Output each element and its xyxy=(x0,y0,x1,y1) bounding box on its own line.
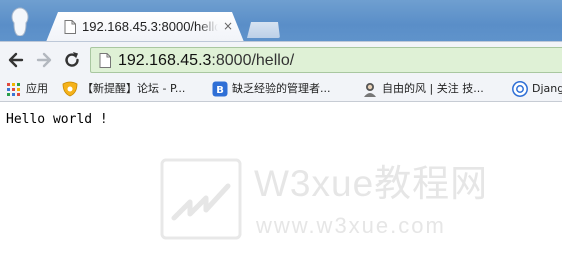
forward-arrow-icon[interactable] xyxy=(34,50,54,70)
baidu-icon: B xyxy=(212,81,228,97)
django-icon xyxy=(512,81,528,97)
bookmark-django[interactable]: Djang xyxy=(512,80,562,98)
bookmark-forum[interactable]: 【新提醒】论坛 - P... xyxy=(62,80,202,98)
bookmark-label: 自由的风 | 关注 技... xyxy=(382,82,484,95)
bookmark-label: Djang xyxy=(532,82,562,95)
profile-icon[interactable] xyxy=(8,6,32,36)
bookmark-freewind[interactable]: 自由的风 | 关注 技... xyxy=(362,80,502,98)
apps-grid-icon xyxy=(7,83,20,96)
watermark-url: www.w3xue.com xyxy=(256,213,446,238)
toolbar: 192.168.45.3:8000/hello/ xyxy=(0,41,562,77)
url-text[interactable]: 192.168.45.3:8000/hello/ xyxy=(118,50,294,72)
bookmark-apps[interactable]: 应用 xyxy=(6,80,54,98)
bookmark-label: 缺乏经验的管理者... xyxy=(232,82,331,95)
watermark-logo-icon xyxy=(160,158,242,240)
url-host: 192.168.45.3 xyxy=(118,52,212,69)
svg-text:B: B xyxy=(216,85,224,96)
close-icon[interactable]: × xyxy=(222,20,234,32)
url-path: :8000/hello/ xyxy=(211,52,295,69)
bookmark-baidu[interactable]: B 缺乏经验的管理者... xyxy=(212,80,352,98)
page-text: Hello world ! xyxy=(6,112,108,127)
bookmarks-bar: 应用 【新提醒】论坛 - P... B 缺乏经验的管理者... 自由的风 | 关… xyxy=(0,77,562,102)
tab-active[interactable]: 192.168.45.3:8000/hello × xyxy=(46,12,244,42)
bookmark-label: 应用 xyxy=(26,82,48,95)
address-bar[interactable]: 192.168.45.3:8000/hello/ xyxy=(90,47,562,73)
tab-strip: 192.168.45.3:8000/hello × xyxy=(0,0,562,41)
page-icon xyxy=(64,20,76,34)
avatar-icon xyxy=(364,83,376,97)
watermark-title: W3xue教程网 xyxy=(254,163,489,204)
reload-icon[interactable] xyxy=(62,50,82,70)
forum-icon xyxy=(62,81,78,97)
new-tab-button[interactable] xyxy=(244,22,280,38)
bookmark-label: 【新提醒】论坛 - P... xyxy=(82,82,186,95)
back-arrow-icon[interactable] xyxy=(6,50,26,70)
tab-title: 192.168.45.3:8000/hello xyxy=(82,19,218,34)
page-icon xyxy=(99,53,111,68)
